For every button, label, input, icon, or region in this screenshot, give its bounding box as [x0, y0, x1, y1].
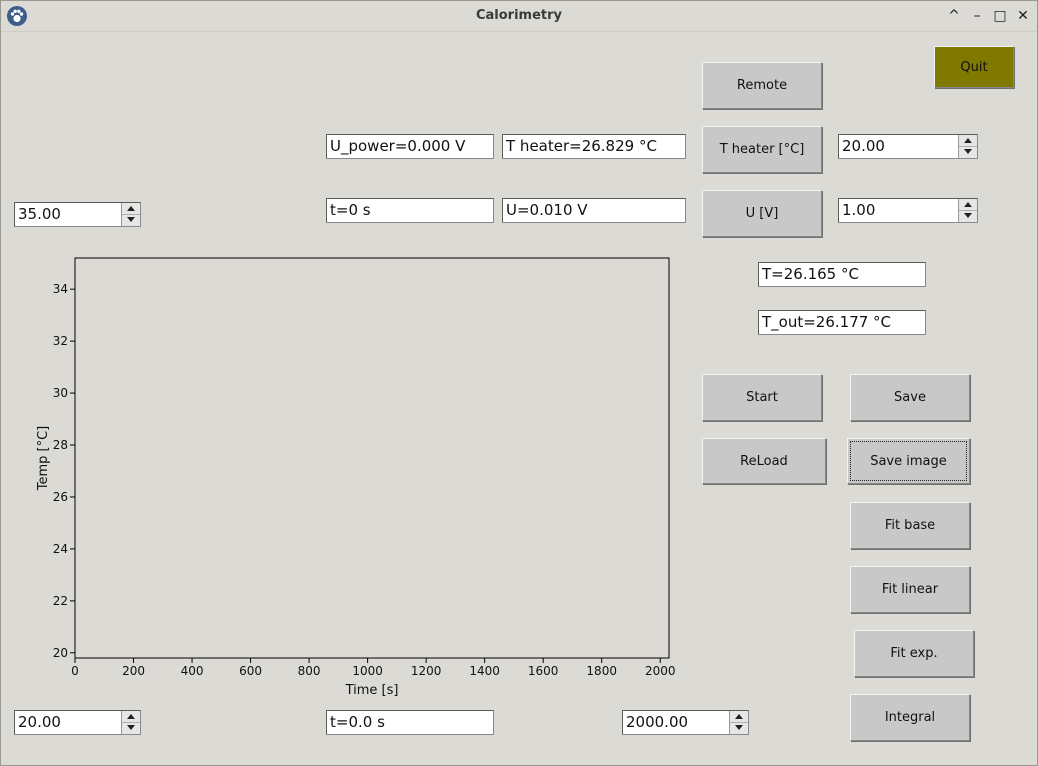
- t-heater-spinbox[interactable]: 20.00: [838, 134, 978, 159]
- y-max-spinbox[interactable]: 35.00: [14, 202, 141, 227]
- x-tick-label: 1000: [352, 664, 383, 678]
- spinbox-arrows: [958, 135, 977, 158]
- shade-icon[interactable]: ^: [945, 7, 963, 25]
- spinbox-arrows: [958, 199, 977, 222]
- voltage-readout: U=0.010 V: [502, 198, 686, 223]
- close-icon[interactable]: ✕: [1014, 7, 1032, 25]
- u-voltage-spinbox[interactable]: 1.00: [838, 198, 978, 223]
- x-axis-label: Time [s]: [345, 683, 399, 698]
- arrow-up-icon: [127, 206, 135, 211]
- spin-down-button[interactable]: [122, 722, 140, 733]
- remote-button[interactable]: Remote: [702, 62, 822, 109]
- spinbox-arrows: [121, 203, 140, 226]
- arrow-down-icon: [127, 217, 135, 222]
- y-tick-label: 34: [53, 282, 68, 296]
- temperature-plot: 0 200 400 600 800 1000 1200 1400 1600 1800 2000 20…: [21, 246, 691, 710]
- time-readout: t=0 s: [326, 198, 494, 223]
- arrow-up-icon: [127, 714, 135, 719]
- fit-base-button[interactable]: Fit base: [850, 502, 970, 549]
- y-axis-label: Temp [°C]: [36, 426, 51, 492]
- y-tick-label: 32: [53, 334, 68, 348]
- spinbox-arrows: [729, 711, 748, 734]
- x-tick-label: 1800: [586, 664, 617, 678]
- arrow-down-icon: [964, 213, 972, 218]
- y-tick-label: 20: [53, 646, 68, 660]
- x-tick-label: 200: [122, 664, 145, 678]
- x-tick-label: 600: [239, 664, 262, 678]
- arrow-up-icon: [964, 138, 972, 143]
- spin-down-button[interactable]: [730, 722, 748, 733]
- y-tick-label: 30: [53, 386, 68, 400]
- y-min-spinbox[interactable]: 20.00: [14, 710, 141, 735]
- minimize-icon[interactable]: –: [968, 7, 986, 25]
- fit-linear-button[interactable]: Fit linear: [850, 566, 970, 613]
- spin-down-button[interactable]: [959, 210, 977, 221]
- x-tick-label: 1200: [411, 664, 442, 678]
- window-title: Calorimetry: [475, 8, 563, 23]
- t-heater-button[interactable]: T heater [°C]: [702, 126, 822, 173]
- x-tick-label: 800: [298, 664, 321, 678]
- y-tick-label: 24: [53, 542, 68, 556]
- plot-svg: 0 200 400 600 800 1000 1200 1400 1600 1800 2000 20…: [36, 257, 676, 698]
- x-max-spinbox[interactable]: 2000.00: [622, 710, 749, 735]
- u-voltage-button[interactable]: U [V]: [702, 190, 822, 237]
- spinbox-value: 35.00: [18, 205, 61, 223]
- spinbox-value: 20.00: [18, 713, 61, 731]
- spinbox-value: 2000.00: [626, 713, 689, 731]
- integral-button[interactable]: Integral: [850, 694, 970, 741]
- arrow-up-icon: [964, 202, 972, 207]
- spin-down-button[interactable]: [959, 146, 977, 157]
- save-button[interactable]: Save: [850, 374, 970, 421]
- arrow-down-icon: [127, 725, 135, 730]
- y-tick-label: 26: [53, 490, 68, 504]
- maximize-icon[interactable]: □: [991, 7, 1009, 25]
- main-window: Calorimetry ^ – □ ✕ Quit Remote T heater…: [0, 0, 1038, 766]
- y-tick-label: 22: [53, 594, 68, 608]
- t-heater-readout: T heater=26.829 °C: [502, 134, 686, 159]
- x-tick-label: 0: [71, 664, 79, 678]
- temperature-out-readout: T_out=26.177 °C: [758, 310, 926, 335]
- arrow-up-icon: [735, 714, 743, 719]
- spinbox-value: 20.00: [842, 137, 885, 155]
- y-tick-label: 28: [53, 438, 68, 452]
- spinbox-arrows: [121, 711, 140, 734]
- reload-button[interactable]: ReLoad: [702, 438, 826, 484]
- x-tick-label: 2000: [645, 664, 676, 678]
- time-cursor-readout: t=0.0 s: [326, 710, 494, 735]
- save-image-button[interactable]: Save image: [847, 438, 970, 484]
- fit-exp-button[interactable]: Fit exp.: [854, 630, 974, 677]
- arrow-down-icon: [735, 725, 743, 730]
- temperature-readout: T=26.165 °C: [758, 262, 926, 287]
- spin-down-button[interactable]: [122, 214, 140, 225]
- x-tick-label: 400: [181, 664, 204, 678]
- title-bar: Calorimetry ^ – □ ✕: [1, 1, 1037, 32]
- u-power-readout: U_power=0.000 V: [326, 134, 494, 159]
- quit-button[interactable]: Quit: [934, 46, 1014, 88]
- spinbox-value: 1.00: [842, 201, 876, 219]
- x-tick-label: 1600: [528, 664, 559, 678]
- start-button[interactable]: Start: [702, 374, 822, 421]
- arrow-down-icon: [964, 149, 972, 154]
- plot-frame: [74, 257, 670, 659]
- x-tick-label: 1400: [469, 664, 500, 678]
